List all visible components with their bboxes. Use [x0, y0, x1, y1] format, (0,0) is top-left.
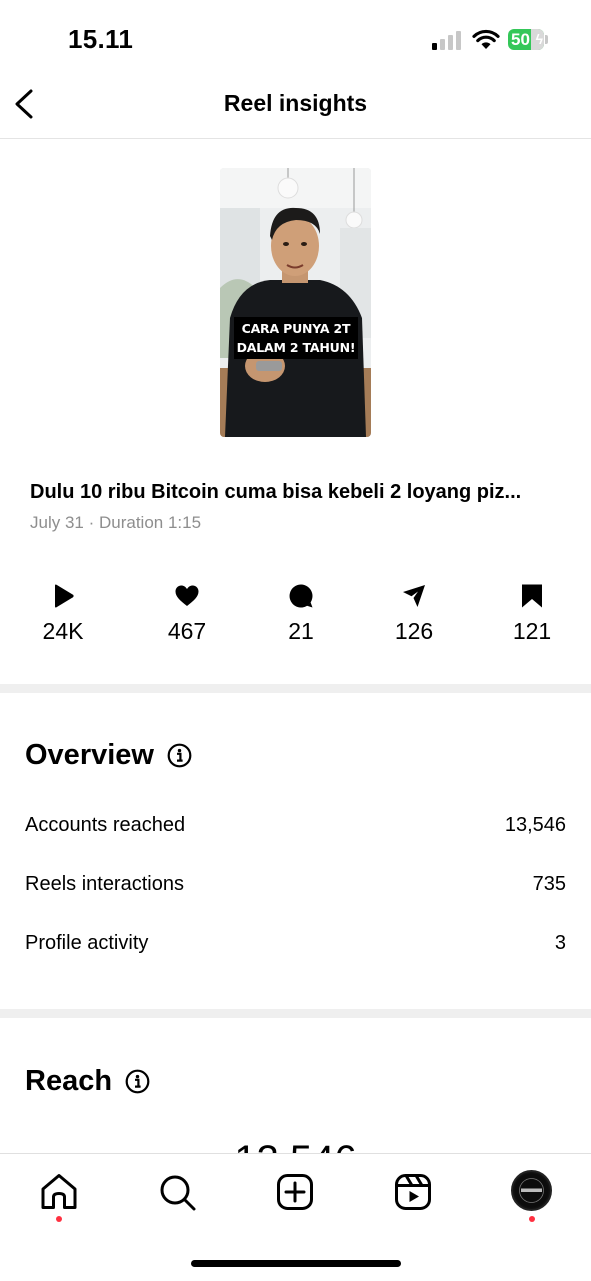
reel-thumbnail-image [220, 168, 371, 437]
stat-value: 126 [394, 618, 434, 644]
avatar-logo [514, 1173, 549, 1208]
overview-heading: Overview [25, 739, 192, 772]
stat-value: 21 [288, 618, 314, 644]
overview-row-value: 13,546 [504, 814, 566, 836]
stat-value: 467 [167, 618, 207, 644]
share-icon [403, 585, 425, 607]
overview-row-label[interactable]: Accounts reached [25, 814, 185, 837]
battery-tip [545, 35, 548, 44]
play-icon [55, 584, 74, 608]
overview-title: Overview [25, 739, 154, 771]
stat-shares: 126 [369, 583, 459, 645]
stat-comments: 21 [256, 583, 346, 645]
caption-line-1: CARA PUNYA 2T [241, 321, 351, 336]
info-icon[interactable] [125, 1069, 150, 1094]
reach-heading: Reach [25, 1065, 150, 1098]
create-icon[interactable] [273, 1170, 317, 1214]
heart-icon [175, 585, 199, 606]
reach-title: Reach [25, 1065, 113, 1097]
overview-row-label[interactable]: Reels interactions [25, 873, 184, 896]
bookmark-icon [522, 584, 542, 608]
overview-row-value: 3 [554, 932, 566, 954]
search-icon[interactable] [155, 1170, 199, 1214]
reel-title: Dulu 10 ribu Bitcoin cuma bisa kebeli 2 … [30, 481, 522, 503]
caption-line-2: DALAM 2 TAHUN! [236, 340, 356, 355]
info-icon[interactable] [167, 743, 192, 768]
reel-thumbnail[interactable] [220, 168, 371, 437]
home-notification-dot [56, 1216, 62, 1222]
battery-icon: 50 ϟ [508, 29, 544, 50]
overview-row-value: 735 [532, 873, 566, 895]
profile-notification-dot [529, 1216, 535, 1222]
page-title: Reel insights [223, 90, 368, 116]
stat-saves: 121 [487, 583, 577, 645]
thumbnail-caption: CARA PUNYA 2T DALAM 2 TAHUN! [234, 317, 358, 359]
comment-icon [289, 584, 313, 608]
overview-row-label[interactable]: Profile activity [25, 932, 148, 955]
stat-plays: 24K [18, 583, 108, 645]
wifi-icon [472, 29, 500, 49]
stat-likes: 467 [142, 583, 232, 645]
section-divider [0, 684, 591, 693]
status-time: 15.11 [68, 24, 134, 54]
reel-meta: July 31 · Duration 1:15 [30, 513, 202, 532]
cellular-signal-icon [432, 30, 462, 50]
reels-icon[interactable] [391, 1170, 435, 1214]
stat-value: 24K [42, 618, 84, 644]
section-divider [0, 1009, 591, 1018]
header-divider [0, 138, 591, 139]
home-icon[interactable] [37, 1170, 81, 1214]
home-indicator [191, 1260, 401, 1267]
battery-level: 50 [511, 29, 530, 49]
profile-avatar[interactable] [511, 1170, 552, 1211]
stat-value: 121 [512, 618, 552, 644]
